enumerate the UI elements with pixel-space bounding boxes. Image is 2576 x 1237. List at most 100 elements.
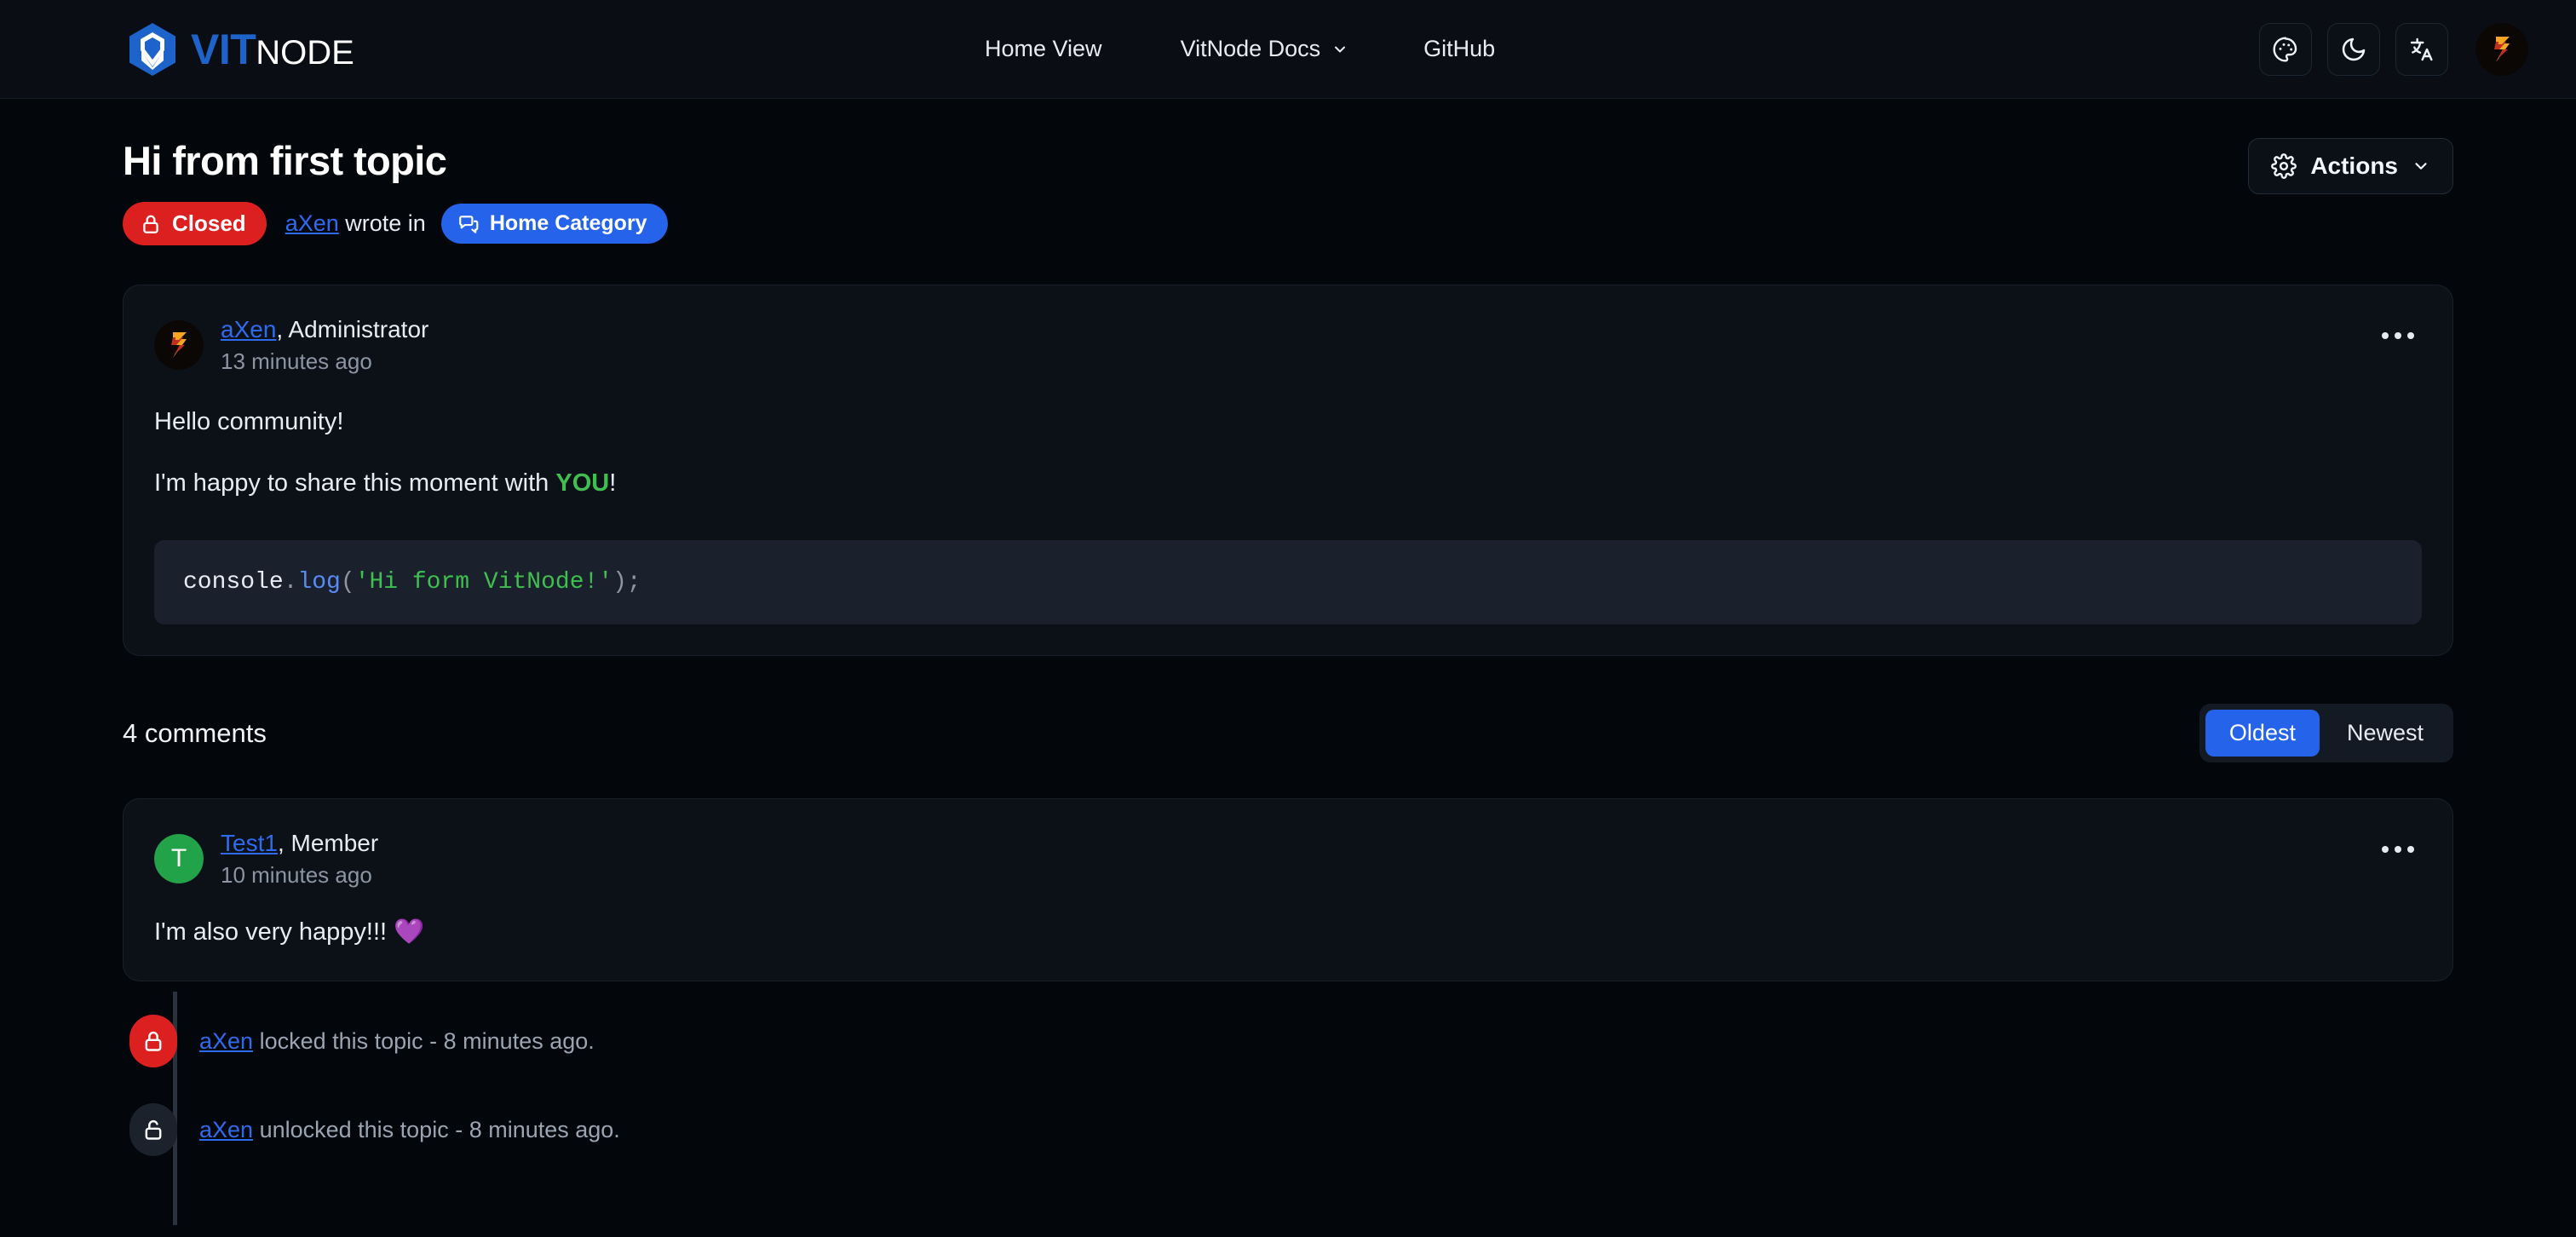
code-dot: . — [283, 569, 298, 596]
post-author-separator: , — [276, 316, 289, 343]
comment-timestamp: 10 minutes ago — [221, 862, 372, 889]
activity-log: aXen locked this topic - 8 minutes ago. … — [123, 992, 2453, 1226]
actions-button[interactable]: Actions — [2248, 138, 2453, 194]
user-avatar-icon — [2494, 36, 2510, 62]
comment-card: T Test1, Member 10 minutes ago I'm also … — [123, 798, 2453, 982]
unlock-icon — [145, 1120, 162, 1141]
site-header: VIT NODE Home View VitNode Docs GitHub — [0, 0, 2576, 99]
chevron-down-icon — [2415, 163, 2427, 170]
moon-icon — [2342, 37, 2366, 60]
status-badge: Closed — [123, 202, 267, 246]
sort-newest-button[interactable]: Newest — [2323, 710, 2447, 757]
activity-actor-link[interactable]: aXen — [199, 1028, 253, 1054]
translate-icon — [2410, 37, 2433, 60]
comment-author-separator: , — [277, 830, 291, 857]
nav-label: GitHub — [1423, 36, 1496, 61]
nav-label: VitNode Docs — [1180, 36, 1321, 61]
status-badge-label: Closed — [172, 210, 246, 237]
activity-item-unlocked: aXen unlocked this topic - 8 minutes ago… — [129, 1085, 2453, 1174]
language-button[interactable] — [2395, 22, 2448, 76]
theme-palette-button[interactable] — [2259, 22, 2312, 76]
comment-header: T Test1, Member 10 minutes ago — [154, 828, 2422, 889]
topic-header-left: Hi from first topic Closed aXen wrote in — [123, 138, 668, 246]
post-author-block: aXen, Administrator 13 minutes ago — [154, 314, 428, 375]
comment-author-avatar[interactable]: T — [154, 833, 204, 883]
header-actions — [2259, 22, 2528, 76]
topic-post-card: aXen, Administrator 13 minutes ago Hello… — [123, 285, 2453, 657]
activity-lock-badge — [129, 1015, 177, 1068]
post-author-role: Administrator — [288, 316, 429, 343]
topic-meta: Closed aXen wrote in Home Category — [123, 202, 668, 246]
post-paragraph: Hello community! — [154, 408, 344, 436]
activity-actor-link[interactable]: aXen — [199, 1117, 253, 1142]
main-navigation: Home View VitNode Docs GitHub — [963, 24, 1517, 74]
more-dot — [2407, 332, 2414, 340]
post-paragraph: I'm happy to share this moment with YOU! — [154, 465, 2422, 501]
gear-icon — [2271, 153, 2297, 179]
post-header: aXen, Administrator 13 minutes ago — [154, 314, 2422, 375]
palette-icon — [2273, 36, 2297, 62]
activity-text: aXen unlocked this topic - 8 minutes ago… — [199, 1117, 620, 1143]
comments-count: 4 comments — [123, 717, 267, 748]
vitnode-logo-icon — [129, 22, 175, 76]
post-author-meta: aXen, Administrator 13 minutes ago — [221, 314, 428, 375]
lock-icon — [145, 1032, 162, 1052]
page-title: Hi from first topic — [123, 138, 447, 183]
code-close-paren: ); — [612, 569, 641, 596]
category-badge[interactable]: Home Category — [440, 204, 668, 245]
more-dot — [2407, 846, 2414, 854]
code-block: console.log('Hi form VitNode!'); — [154, 540, 2422, 625]
comment-body: I'm also very happy!!! 💜 — [154, 914, 2422, 950]
chevron-down-icon — [1335, 46, 1346, 52]
wrote-in-text: wrote in — [345, 210, 426, 237]
sort-oldest-button[interactable]: Oldest — [2205, 710, 2320, 757]
brand-logo[interactable]: VIT NODE — [128, 22, 354, 77]
nav-item-home-view[interactable]: Home View — [963, 24, 1124, 74]
topic-author-line: aXen wrote in — [285, 210, 426, 237]
code-string: 'Hi form VitNode!' — [354, 569, 613, 596]
category-badge-label: Home Category — [489, 211, 647, 236]
user-avatar-button[interactable] — [2475, 22, 2528, 76]
code-method: log — [297, 569, 341, 596]
nav-label: Home View — [985, 36, 1102, 61]
post-author-avatar[interactable] — [154, 319, 204, 370]
paragraph-highlight: YOU — [555, 469, 610, 498]
more-dot — [2395, 332, 2401, 340]
activity-unlock-badge — [129, 1103, 177, 1157]
post-author-name-row: aXen, Administrator — [221, 314, 428, 344]
post-author-link[interactable]: aXen — [221, 316, 276, 342]
topic-author-link[interactable]: aXen — [285, 210, 339, 236]
comment-author-meta: Test1, Member 10 minutes ago — [221, 828, 378, 889]
nav-item-github[interactable]: GitHub — [1401, 24, 1517, 74]
activity-text: aXen locked this topic - 8 minutes ago. — [199, 1028, 595, 1055]
activity-description: unlocked this topic - 8 minutes ago. — [253, 1116, 620, 1142]
more-dot — [2382, 332, 2389, 340]
topic-header: Hi from first topic Closed aXen wrote in — [123, 138, 2453, 246]
comment-text: I'm also very happy!!! 💜 — [154, 918, 425, 946]
activity-item-locked: aXen locked this topic - 8 minutes ago. — [129, 997, 2453, 1085]
page-content: Hi from first topic Closed aXen wrote in — [0, 99, 2576, 1226]
paragraph-text-after: ! — [609, 469, 617, 498]
brand-secondary-text: NODE — [256, 33, 354, 72]
post-timestamp: 13 minutes ago — [221, 348, 372, 375]
comment-author-block: T Test1, Member 10 minutes ago — [154, 828, 378, 889]
comment-author-role: Member — [290, 830, 379, 857]
comments-sort-group: Oldest Newest — [2199, 704, 2453, 763]
post-more-button[interactable] — [2374, 314, 2422, 357]
comment-author-name-row: Test1, Member — [221, 828, 378, 858]
more-dot — [2382, 846, 2389, 854]
code-open-paren: ( — [340, 569, 355, 596]
lock-icon — [143, 215, 158, 233]
paragraph-text-before: I'm happy to share this moment with — [154, 469, 556, 498]
comment-more-button[interactable] — [2374, 828, 2422, 871]
post-body: Hello community! I'm happy to share this… — [154, 404, 2422, 625]
actions-button-label: Actions — [2310, 152, 2398, 179]
comment-author-link[interactable]: Test1 — [221, 830, 278, 856]
more-dot — [2395, 846, 2401, 854]
dark-mode-button[interactable] — [2327, 22, 2380, 76]
brand-primary-text: VIT — [191, 25, 256, 73]
user-avatar-icon — [171, 331, 187, 358]
category-icon — [458, 215, 479, 233]
activity-description: locked this topic - 8 minutes ago. — [253, 1027, 595, 1054]
nav-item-vitnode-docs[interactable]: VitNode Docs — [1159, 24, 1371, 74]
